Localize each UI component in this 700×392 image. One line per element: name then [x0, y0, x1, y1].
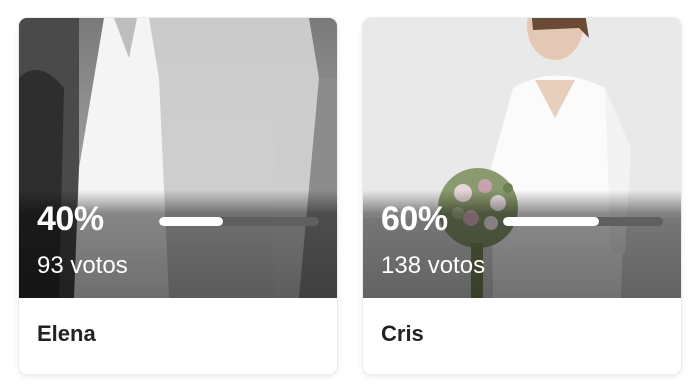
vote-progress-bar: [503, 217, 663, 226]
poll-option-elena[interactable]: 40% 93 votos Elena: [19, 18, 337, 374]
percent-label: 40%: [37, 200, 104, 238]
votes-count: 93 votos: [37, 252, 128, 279]
option-name: Cris: [381, 321, 424, 346]
vote-progress-fill: [159, 217, 223, 226]
poll: 40% 93 votos Elena 60% 138 votos Cris: [0, 0, 700, 392]
percent-label: 60%: [381, 200, 448, 238]
vote-progress-bar: [159, 217, 319, 226]
vote-progress-fill: [503, 217, 599, 226]
poll-option-cris[interactable]: 60% 138 votos Cris: [363, 18, 681, 374]
option-photo: 60% 138 votos: [363, 18, 681, 298]
votes-count: 138 votos: [381, 252, 486, 279]
option-name: Elena: [37, 321, 96, 346]
option-photo: 40% 93 votos: [19, 18, 337, 298]
option-name-row: Elena: [19, 298, 337, 374]
option-name-row: Cris: [363, 298, 681, 374]
